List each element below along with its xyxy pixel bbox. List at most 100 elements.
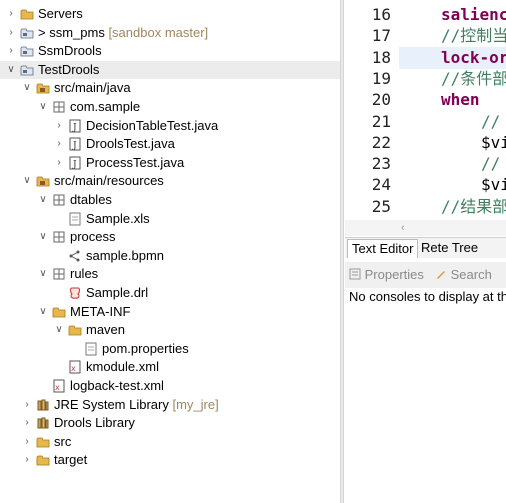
tree-item[interactable]: ∨ dtables (0, 191, 340, 209)
code-line[interactable]: salienc (441, 4, 506, 26)
tree-item[interactable]: › Servers (0, 5, 340, 23)
chevron-right-icon[interactable]: › (54, 154, 64, 172)
line-number: 20 (371, 90, 391, 110)
tree-item[interactable]: ∨ META-INF (0, 303, 340, 321)
code-line[interactable]: $vi (481, 174, 506, 196)
code-line[interactable]: lock-or (441, 47, 506, 69)
chevron-right-icon[interactable]: › (22, 451, 32, 469)
chevron-down-icon[interactable]: ∨ (38, 228, 48, 246)
tab-properties[interactable]: Properties (349, 267, 424, 282)
tree-item[interactable]: › J DecisionTableTest.java (0, 117, 340, 135)
tree-item[interactable]: › target (0, 451, 340, 469)
tree-item[interactable]: pom.properties (0, 340, 340, 358)
package-explorer: › Servers › > ssm_pms [sandbox master] › SsmD… (0, 0, 340, 503)
code-line[interactable]: // (481, 111, 500, 133)
tree-item[interactable]: ∨ rules (0, 265, 340, 283)
tree-item[interactable]: x logback-test.xml (0, 377, 340, 395)
editor-horizontal-scrollbar[interactable]: ‹ (345, 220, 506, 236)
tree-item-label: SsmDrools (38, 43, 102, 59)
line-number: 23 (371, 154, 391, 174)
properties-icon (349, 268, 361, 280)
tree-item-decoration: [my_jre] (168, 396, 219, 412)
tree-item-label: > ssm_pms [sandbox master] (38, 24, 209, 40)
tree-item-label: pom.properties (102, 340, 189, 356)
chevron-right-icon[interactable]: › (22, 433, 32, 451)
project-icon (20, 46, 34, 57)
tree-item[interactable]: › SsmDrools (0, 42, 340, 60)
folder-icon (36, 437, 50, 448)
tree-item[interactable]: Sample.xls (0, 210, 340, 228)
chevron-right-icon[interactable]: › (54, 117, 64, 135)
tree-item-label: Sample.xls (86, 210, 150, 226)
svg-text:J: J (72, 160, 77, 170)
tree-item[interactable]: › J ProcessTest.java (0, 154, 340, 172)
tree-item-label: kmodule.xml (86, 359, 159, 375)
code-editor[interactable]: 16 17 18 19 20 21 22 23 24 25 salienc//控制当 lock-or… (345, 0, 506, 236)
tree-item[interactable]: x kmodule.xml (0, 358, 340, 376)
tree-item-label: sample.bpmn (86, 247, 165, 263)
library-icon (37, 417, 49, 429)
tree-item[interactable]: ∨ src/main/resources (0, 172, 340, 190)
tab-search[interactable]: Search (435, 267, 492, 282)
tree-item-label: process (70, 229, 116, 245)
tree-item-label: Sample.drl (86, 285, 149, 300)
tree-item[interactable]: › src (0, 433, 340, 451)
package-icon (53, 101, 65, 113)
chevron-down-icon[interactable]: ∨ (38, 303, 48, 321)
xml-file-icon: x (69, 360, 81, 374)
chevron-down-icon[interactable]: ∨ (38, 191, 48, 209)
tree-item-label: src/main/java (54, 80, 131, 96)
tree-item[interactable]: sample.bpmn (0, 247, 340, 265)
chevron-right-icon[interactable]: › (22, 396, 32, 414)
library-icon (37, 399, 49, 411)
code-line[interactable]: //结果部 (441, 196, 506, 218)
chevron-right-icon[interactable]: › (6, 5, 16, 23)
package-icon (53, 268, 65, 280)
tree-item[interactable]: ∨ maven (0, 321, 340, 339)
tab-rete-tree[interactable]: Rete Tree (417, 239, 482, 257)
chevron-right-icon[interactable]: › (6, 24, 16, 42)
code-line[interactable]: $vi (481, 132, 506, 154)
xml-file-icon: x (53, 379, 65, 393)
chevron-down-icon[interactable]: ∨ (22, 79, 32, 97)
svg-text:J: J (72, 141, 77, 151)
line-number: 19 (371, 68, 391, 88)
tree-item-label: TestDrools (38, 61, 100, 77)
code-line[interactable]: // (481, 153, 500, 175)
scroll-left-icon[interactable]: ‹ (401, 220, 405, 236)
package-icon (53, 231, 65, 243)
folder-icon (52, 307, 66, 317)
tree-item[interactable]: ∨ process (0, 228, 340, 246)
tree-item[interactable]: › > ssm_pms [sandbox master] (0, 24, 340, 42)
tab-text-editor[interactable]: Text Editor (347, 239, 419, 258)
tree-item[interactable]: › J DroolsTest.java (0, 135, 340, 153)
code-line[interactable]: //控制当 (441, 25, 506, 47)
editor-tab-bar: Text Editor Rete Tree (345, 237, 506, 258)
pane-divider[interactable] (340, 0, 344, 503)
chevron-down-icon[interactable]: ∨ (54, 321, 64, 339)
file-icon (85, 342, 97, 356)
tree-item[interactable]: › Drools Library (0, 414, 340, 432)
drl-file-icon (70, 287, 80, 299)
chevron-down-icon[interactable]: ∨ (6, 61, 16, 79)
chevron-right-icon[interactable]: › (22, 414, 32, 432)
chevron-right-icon[interactable]: › (54, 135, 64, 153)
tree-item[interactable]: › JRE System Library [my_jre] (0, 396, 340, 414)
view-tab-bar: Properties Search (345, 262, 506, 288)
tree-item[interactable]: ∨ src/main/java (0, 79, 340, 97)
tree-item[interactable]: ∨ com.sample (0, 98, 340, 116)
folder-icon (68, 325, 82, 336)
tree-item[interactable]: Sample.drl (0, 284, 340, 302)
console-view: Properties Search No consoles to display… (345, 262, 506, 503)
chevron-right-icon[interactable]: › (6, 42, 16, 60)
chevron-down-icon[interactable]: ∨ (38, 98, 48, 116)
code-line[interactable]: //条件部 (441, 68, 506, 90)
tree-item[interactable]: ∨ TestDrools (0, 60, 340, 79)
chevron-down-icon[interactable]: ∨ (22, 172, 32, 190)
search-tab-label: Search (450, 267, 492, 282)
folder-icon (20, 9, 34, 20)
code-line[interactable]: when (441, 89, 480, 111)
tree-item-label: maven (86, 322, 126, 338)
chevron-down-icon[interactable]: ∨ (38, 265, 48, 283)
tree-item-label: DecisionTableTest.java (86, 117, 219, 133)
